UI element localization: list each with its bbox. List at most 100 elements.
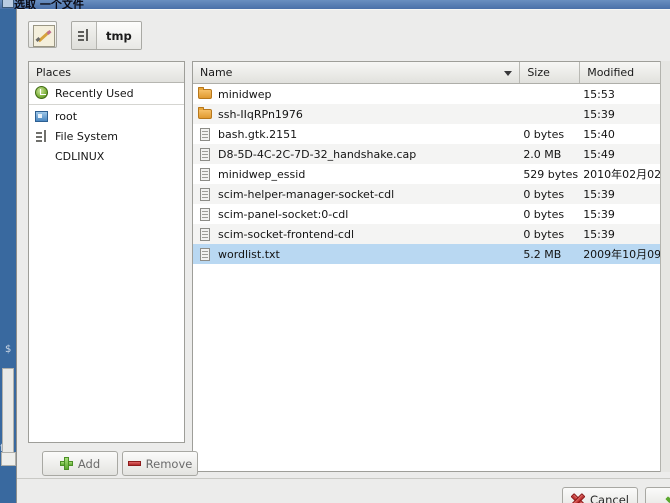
dialog-toolbar: tmp (17, 10, 670, 57)
table-row[interactable]: D8-5D-4C-2C-7D-32_handshake.cap 2.0 MB 1… (193, 144, 670, 164)
file-name-cell: bash.gtk.2151 (193, 126, 520, 142)
folder-icon (197, 106, 213, 122)
table-row[interactable]: scim-helper-manager-socket-cdl 0 bytes 1… (193, 184, 670, 204)
file-icon (197, 146, 213, 162)
table-row[interactable]: minidwep 15:53 (193, 84, 670, 104)
remove-bookmark-button[interactable]: Remove (122, 451, 198, 476)
sidebar-item-cdlinux[interactable]: CDLINUX (29, 146, 184, 166)
file-name-cell: ssh-IIqRPn1976 (193, 106, 520, 122)
file-modified-cell: 2009年10月09日 (583, 248, 670, 261)
column-header-modified-label: Modified (587, 66, 635, 79)
cancel-button[interactable]: Cancel (562, 487, 638, 503)
column-header-size[interactable]: Size (520, 62, 581, 83)
sidebar-divider (29, 104, 184, 105)
background-text-fragment-1: $ (5, 344, 12, 355)
file-name-cell: minidwep_essid (193, 166, 520, 182)
file-name-cell: scim-socket-frontend-cdl (193, 226, 520, 242)
file-chooser-dialog: tmp Places Recently Used root File Syste… (17, 9, 670, 503)
file-name-label: minidwep_essid (218, 167, 306, 181)
file-size-cell: 0 bytes (523, 187, 565, 201)
file-name-cell: wordlist.txt (193, 246, 520, 262)
places-header: Places (29, 62, 184, 83)
file-list-scrollbar[interactable] (660, 61, 670, 472)
recent-clock-icon (34, 85, 50, 101)
sidebar-item-recently-used[interactable]: Recently Used (29, 83, 184, 103)
table-row[interactable]: bash.gtk.2151 0 bytes 15:40 (193, 124, 670, 144)
check-icon (665, 492, 670, 503)
file-icon (197, 246, 213, 262)
column-header-modified[interactable]: Modified (580, 62, 670, 83)
file-name-label: minidwep (218, 87, 272, 101)
dialog-action-divider (17, 478, 670, 479)
window-icon (2, 0, 14, 8)
file-name-label: ssh-IIqRPn1976 (218, 107, 303, 121)
pencil-edit-icon (33, 25, 55, 47)
table-row-selected[interactable]: wordlist.txt 5.2 MB 2009年10月09日 (193, 244, 670, 264)
path-button-tmp-label: tmp (106, 28, 132, 43)
minus-icon (127, 461, 141, 466)
screen: $ fe 选取 一个文件 (0, 0, 670, 503)
file-list-header: Name Size Modified (193, 62, 670, 84)
file-size-cell: 0 bytes (523, 207, 565, 221)
path-button-filesystem[interactable] (72, 22, 97, 49)
file-name-label: scim-panel-socket:0-cdl (218, 207, 349, 221)
filesystem-icon (34, 128, 50, 144)
file-name-label: D8-5D-4C-2C-7D-32_handshake.cap (218, 147, 417, 161)
parent-window-scrollbar[interactable] (2, 368, 14, 464)
file-name-cell: scim-panel-socket:0-cdl (193, 206, 520, 222)
file-size-cell: 2.0 MB (523, 147, 562, 161)
edit-location-button[interactable] (28, 21, 57, 48)
sidebar-item-file-system[interactable]: File System (29, 126, 184, 146)
file-name-label: wordlist.txt (218, 247, 280, 261)
folder-icon (197, 86, 213, 102)
file-icon (197, 126, 213, 142)
table-row[interactable]: ssh-IIqRPn1976 15:39 (193, 104, 670, 124)
column-header-size-label: Size (527, 66, 550, 79)
window-title: 选取 一个文件 (14, 0, 84, 9)
parent-window-widget-fragment (1, 452, 16, 466)
file-name-label: bash.gtk.2151 (218, 127, 298, 141)
file-icon (197, 206, 213, 222)
sidebar-item-recently-used-label: Recently Used (55, 86, 134, 100)
file-name-label: scim-socket-frontend-cdl (218, 227, 355, 241)
close-x-icon (570, 492, 586, 503)
ok-button[interactable]: OK (645, 487, 670, 503)
file-modified-cell: 15:39 (583, 227, 615, 241)
file-icon (197, 226, 213, 242)
file-name-label: scim-helper-manager-socket-cdl (218, 187, 395, 201)
path-bar: tmp (71, 21, 142, 50)
sidebar-item-root[interactable]: root (29, 106, 184, 126)
window-titlebar[interactable]: 选取 一个文件 (0, 0, 670, 9)
add-bookmark-button[interactable]: Add (42, 451, 118, 476)
file-modified-cell: 15:40 (583, 127, 615, 141)
file-icon (197, 186, 213, 202)
file-icon (197, 166, 213, 182)
sidebar-item-cdlinux-label: CDLINUX (55, 149, 105, 163)
file-modified-cell: 15:53 (583, 87, 615, 101)
file-size-cell: 529 bytes (523, 167, 579, 181)
remove-bookmark-label: Remove (145, 456, 193, 471)
file-modified-cell: 15:39 (583, 207, 615, 221)
table-row[interactable]: scim-panel-socket:0-cdl 0 bytes 15:39 (193, 204, 670, 224)
table-row[interactable]: scim-socket-frontend-cdl 0 bytes 15:39 (193, 224, 670, 244)
file-size-cell: 5.2 MB (523, 247, 562, 261)
file-modified-cell: 15:39 (583, 107, 615, 121)
filesystem-icon (78, 29, 90, 41)
file-modified-cell: 15:39 (583, 187, 615, 201)
file-list-rows: minidwep 15:53 ssh-IIqRPn1976 15:39 bash… (193, 84, 670, 264)
plus-icon (59, 457, 73, 470)
path-button-tmp[interactable]: tmp (97, 22, 141, 49)
column-header-name-label: Name (200, 66, 233, 79)
chevron-down-icon (504, 71, 513, 76)
table-row[interactable]: minidwep_essid 529 bytes 2010年02月02日 (193, 164, 670, 184)
add-bookmark-label: Add (77, 456, 101, 471)
file-modified-cell: 2010年02月02日 (583, 168, 670, 181)
home-folder-icon (34, 108, 50, 124)
column-header-name[interactable]: Name (193, 62, 521, 83)
sidebar-item-root-label: root (55, 109, 78, 123)
file-name-cell: scim-helper-manager-socket-cdl (193, 186, 520, 202)
places-header-label: Places (36, 65, 71, 79)
cancel-button-label: Cancel (590, 492, 629, 503)
file-list-pane: Name Size Modified minidwep 15:53 ssh-II… (192, 61, 670, 472)
sidebar-item-file-system-label: File System (55, 129, 118, 143)
